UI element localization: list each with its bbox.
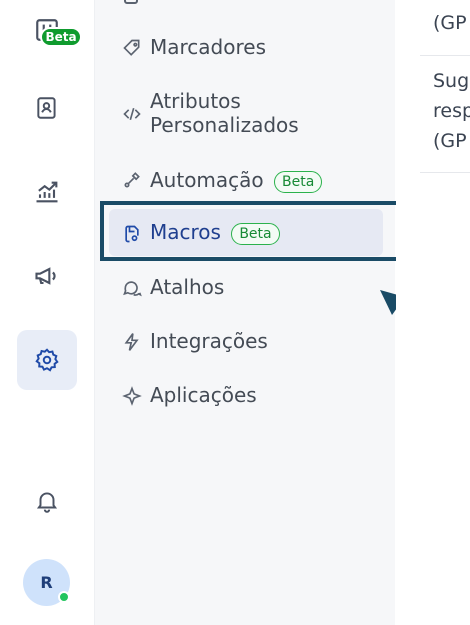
content-panel xyxy=(396,0,470,625)
content-text-line4: (GP xyxy=(433,130,467,152)
divider xyxy=(420,172,470,173)
content-text-line1: (GP xyxy=(433,12,467,34)
divider xyxy=(420,55,470,56)
content-text-line2: Sug xyxy=(433,70,470,92)
content-text-line3: resp xyxy=(433,100,470,122)
